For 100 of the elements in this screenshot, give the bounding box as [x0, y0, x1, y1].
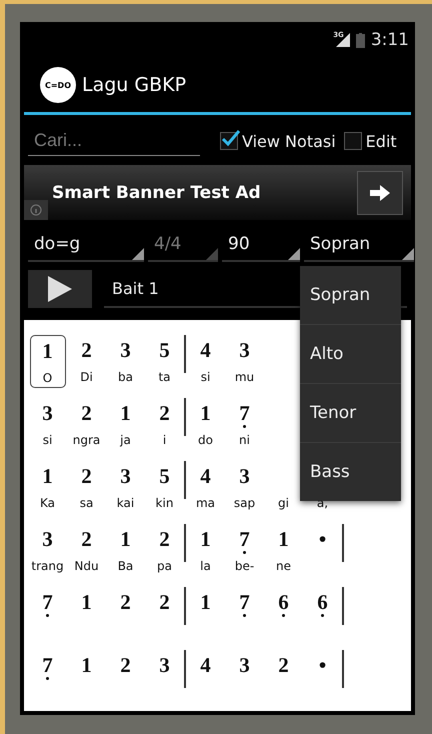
lyric-syllable: gi — [278, 496, 289, 510]
clock: 3:11 — [370, 30, 409, 50]
note-digit: 6 — [278, 591, 289, 618]
note-digit: 7 — [239, 591, 250, 618]
lyric-syllable: be- — [234, 559, 254, 573]
bar-line — [184, 524, 186, 562]
play-button[interactable] — [28, 270, 92, 308]
note-digit: 1 — [81, 654, 92, 679]
note-digit: 5 — [159, 339, 170, 364]
bar-line — [184, 587, 186, 625]
note-digit: 1 — [120, 528, 131, 553]
note-digit: 3 — [239, 465, 250, 490]
note-digit: 3 — [239, 654, 250, 679]
checkbox-label[interactable]: View Notasi — [242, 132, 336, 150]
lyric-syllable: i — [162, 433, 166, 447]
lyric-syllable: ma — [196, 496, 216, 510]
note-digit: 1 — [200, 528, 211, 553]
bar-line — [184, 461, 186, 499]
arrow-button[interactable] — [357, 170, 403, 214]
lyric-syllable: la — [200, 559, 211, 573]
lyric-syllable: ja — [120, 433, 131, 447]
note-digit: 3 — [159, 654, 170, 679]
lyric-syllable: Di — [80, 370, 93, 384]
note-digit: 2 — [159, 591, 170, 616]
note-digit: 3 — [120, 339, 131, 364]
note-digit: 4 — [200, 654, 211, 679]
note-digit: 6 — [317, 591, 328, 618]
selected-note-frame[interactable]: 1 O — [30, 335, 66, 388]
note-digit: 4 — [200, 339, 211, 364]
checkbox[interactable] — [220, 132, 238, 150]
note-digit: 2 — [81, 528, 92, 553]
note-digit: 1 — [200, 591, 211, 616]
ad-text: Smart Banner Test Ad — [52, 182, 262, 202]
note-digit: 1 — [81, 591, 92, 616]
note-digit: 7 — [42, 654, 53, 681]
bar-line — [184, 335, 186, 373]
menu-item[interactable]: Alto — [300, 324, 401, 383]
note-digit: 3 — [42, 528, 53, 553]
lyric-syllable: ni — [239, 433, 250, 447]
lyric-syllable: O — [42, 371, 52, 385]
menu-item[interactable]: Bass — [300, 442, 401, 501]
lyric-syllable: do — [198, 433, 213, 447]
lyric-syllable: ba — [118, 370, 133, 384]
note-digit: 2 — [81, 339, 92, 364]
lyric-syllable: si — [42, 433, 52, 447]
checkbox-label[interactable]: Edit — [366, 132, 397, 150]
lyric-syllable: kai — [116, 496, 134, 510]
checkbox[interactable] — [344, 132, 362, 150]
signal-icon — [336, 33, 350, 47]
note-digit: 2 — [159, 528, 170, 553]
play-icon — [48, 276, 72, 302]
battery-icon — [356, 32, 365, 48]
note-digit: 3 — [120, 465, 131, 490]
note-digit: 2 — [81, 465, 92, 490]
note-digit: 7 — [239, 402, 250, 429]
lyric-syllable: Ka — [40, 496, 55, 510]
note-digit: 1 — [42, 340, 53, 365]
note-digit: 2 — [120, 591, 131, 616]
bar-line — [342, 650, 344, 688]
search-field[interactable]: Cari... — [28, 126, 200, 156]
note-digit: 1 — [278, 528, 289, 553]
lyric-syllable: sap — [234, 496, 256, 510]
note-digit: 5 — [159, 465, 170, 490]
note-digit: 1 — [120, 402, 131, 427]
bar-line — [342, 587, 344, 625]
app-logo: C=DO — [40, 67, 76, 103]
note-digit: • — [318, 528, 326, 553]
dropdown-spinner[interactable]: Sopran — [304, 228, 414, 262]
lyric-syllable: Ndu — [74, 559, 99, 573]
note-digit: 4 — [200, 465, 211, 490]
lyric-syllable: kin — [156, 496, 174, 510]
note-digit: 3 — [42, 402, 53, 427]
right-arrow-icon — [370, 184, 390, 200]
lyric-syllable: trang — [31, 559, 64, 573]
bar-line — [184, 650, 186, 688]
dropdown-spinner[interactable]: do=g — [28, 228, 144, 262]
ad-banner[interactable]: Smart Banner Test Ad — [24, 165, 411, 220]
note-digit: 1 — [42, 465, 53, 490]
info-icon[interactable] — [30, 204, 42, 216]
lyric-syllable: Ba — [118, 559, 134, 573]
note-digit: 2 — [159, 402, 170, 427]
note-digit: 7 — [239, 528, 250, 555]
note-digit: • — [318, 654, 326, 679]
note-digit: 2 — [81, 402, 92, 427]
bar-line — [342, 524, 344, 562]
lyric-syllable: ta — [158, 370, 171, 384]
lyric-syllable: ngra — [72, 433, 100, 447]
lyric-syllable: pa — [157, 559, 172, 573]
lyric-syllable: si — [200, 370, 210, 384]
note-digit: 7 — [42, 591, 53, 618]
lyric-syllable: mu — [234, 370, 254, 384]
dropdown-spinner[interactable]: 90 — [222, 228, 300, 262]
lyric-syllable: sa — [80, 496, 94, 510]
lyric-syllable: ne — [276, 559, 291, 573]
menu-item[interactable]: Tenor — [300, 383, 401, 442]
note-digit: 3 — [239, 339, 250, 364]
note-digit: 2 — [120, 654, 131, 679]
note-digit: 1 — [200, 402, 211, 427]
bar-line — [184, 398, 186, 436]
app-title: Lagu GBKP — [82, 74, 186, 96]
